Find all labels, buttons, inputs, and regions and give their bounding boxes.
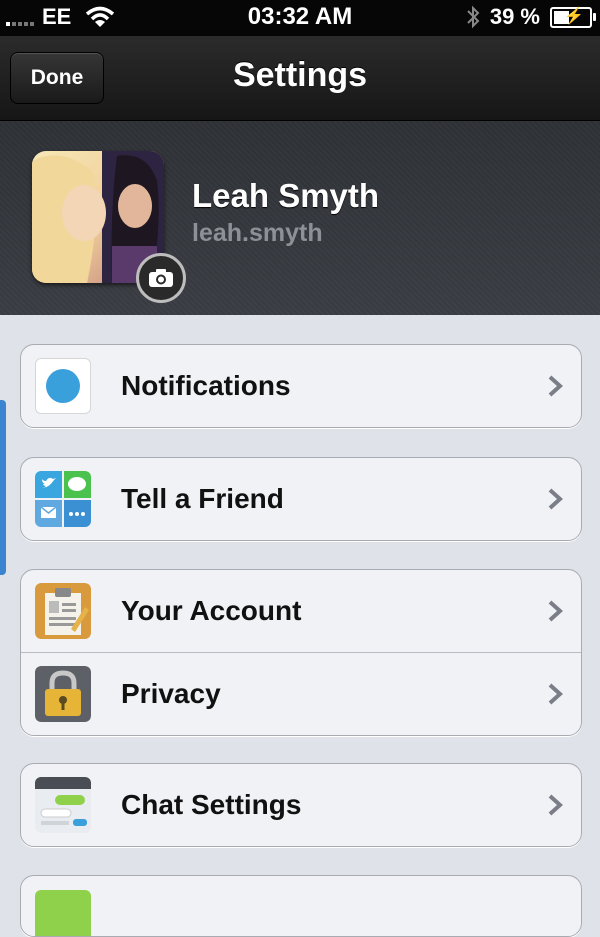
profile-header: Leah Smyth leah.smyth	[0, 121, 600, 315]
settings-row-chat-settings[interactable]: Chat Settings	[21, 764, 581, 846]
profile-name: Leah Smyth	[192, 177, 380, 214]
chevron-right-icon	[548, 600, 563, 622]
status-bar: EE 03:32 AM 39 % ⚡	[0, 0, 600, 36]
settings-row-label: Privacy	[121, 678, 221, 709]
page-title: Settings	[232, 56, 368, 94]
chat-settings-icon	[35, 777, 91, 833]
battery-icon: ⚡	[550, 6, 596, 28]
settings-row-notifications[interactable]: Notifications	[21, 345, 581, 427]
share-icon	[35, 471, 91, 527]
charging-icon: ⚡	[564, 7, 584, 25]
chevron-right-icon	[548, 794, 563, 816]
settings-row-label: Your Account	[121, 595, 302, 626]
more-group	[20, 875, 582, 937]
navigation-bar: Done Settings	[0, 36, 600, 121]
settings-row-tell-a-friend[interactable]: Tell a Friend	[21, 458, 581, 540]
side-tab	[0, 400, 6, 575]
notifications-group: Notifications	[20, 344, 582, 428]
battery-percent: 39 %	[489, 4, 540, 29]
notifications-icon	[35, 358, 91, 414]
settings-row-label: Chat Settings	[121, 789, 302, 820]
change-photo-button[interactable]	[136, 253, 186, 303]
more-settings-icon	[35, 890, 91, 936]
settings-row-label: Tell a Friend	[121, 483, 284, 514]
chevron-right-icon	[548, 375, 563, 397]
settings-row-privacy[interactable]: Privacy	[21, 652, 581, 735]
camera-icon	[149, 269, 173, 287]
settings-row-your-account[interactable]: Your Account	[21, 570, 581, 652]
account-group: Your Account Privacy	[20, 569, 582, 736]
settings-row-label: Notifications	[121, 370, 291, 401]
profile-username: leah.smyth	[192, 219, 323, 247]
chevron-right-icon	[548, 488, 563, 510]
bluetooth-icon	[467, 5, 480, 29]
lock-icon	[35, 666, 91, 722]
chevron-right-icon	[548, 683, 563, 705]
settings-row-more[interactable]	[21, 876, 581, 936]
tell-a-friend-group: Tell a Friend	[20, 457, 582, 541]
clipboard-icon	[35, 583, 91, 639]
chat-group: Chat Settings	[20, 763, 582, 847]
